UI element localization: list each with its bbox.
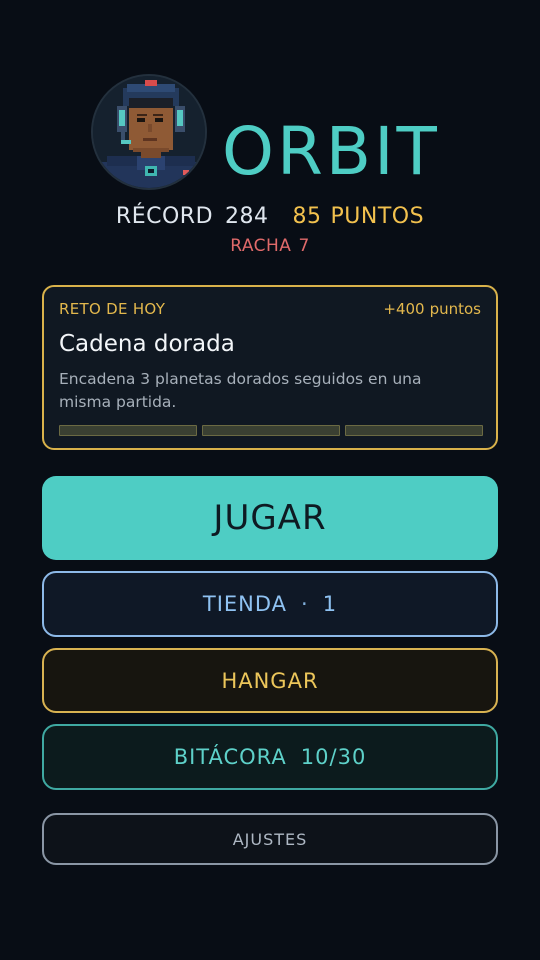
pilot-avatar bbox=[91, 74, 207, 190]
stats-row: RÉCORD 284 85 PUNTOS bbox=[0, 201, 540, 233]
challenge-reward: +400 puntos bbox=[383, 299, 481, 319]
progress-segment bbox=[345, 425, 483, 436]
main-menu-screen: ORBIT RÉCORD 284 85 PUNTOS RACHA 7 RETO … bbox=[0, 0, 540, 960]
streak-stat: RACHA 7 bbox=[0, 233, 540, 259]
hangar-label: HANGAR bbox=[221, 668, 319, 693]
hangar-button[interactable]: HANGAR bbox=[42, 648, 498, 713]
challenge-progress-bar bbox=[59, 425, 483, 436]
progress-segment bbox=[202, 425, 340, 436]
shop-badge: 1 bbox=[322, 592, 338, 616]
shop-button[interactable]: TIENDA · 1 bbox=[42, 571, 498, 637]
reward-value: +400 bbox=[383, 300, 425, 318]
challenge-description: Encadena 3 planetas dorados seguidos en … bbox=[59, 370, 422, 411]
challenge-title: Cadena dorada bbox=[59, 331, 235, 357]
settings-button[interactable]: AJUSTES bbox=[42, 813, 498, 865]
play-label: JUGAR bbox=[213, 498, 327, 538]
points-value: 85 bbox=[292, 204, 322, 229]
shop-separator: · bbox=[301, 592, 309, 616]
streak-label: RACHA bbox=[230, 236, 292, 256]
daily-challenge-card[interactable]: RETO DE HOY +400 puntos Cadena dorada En… bbox=[42, 285, 498, 450]
challenge-label: RETO DE HOY bbox=[59, 300, 166, 318]
record-label: RÉCORD bbox=[115, 204, 214, 229]
reward-label: puntos bbox=[429, 300, 481, 318]
record-value: 284 bbox=[225, 204, 269, 229]
game-title: ORBIT bbox=[222, 113, 440, 190]
pilot-portrait-icon bbox=[93, 76, 205, 188]
points-label: PUNTOS bbox=[330, 204, 425, 229]
record-stat: RÉCORD 284 bbox=[116, 201, 269, 233]
progress-segment bbox=[59, 425, 197, 436]
settings-label: AJUSTES bbox=[232, 829, 308, 849]
shop-label: TIENDA bbox=[202, 592, 288, 616]
play-button[interactable]: JUGAR bbox=[42, 476, 498, 560]
streak-value: 7 bbox=[298, 236, 310, 256]
logbook-button[interactable]: BITÁCORA 10/30 bbox=[42, 724, 498, 790]
logbook-progress: 10/30 bbox=[300, 745, 367, 769]
logbook-label: BITÁCORA bbox=[173, 745, 287, 769]
points-stat: 85 PUNTOS bbox=[293, 201, 425, 233]
